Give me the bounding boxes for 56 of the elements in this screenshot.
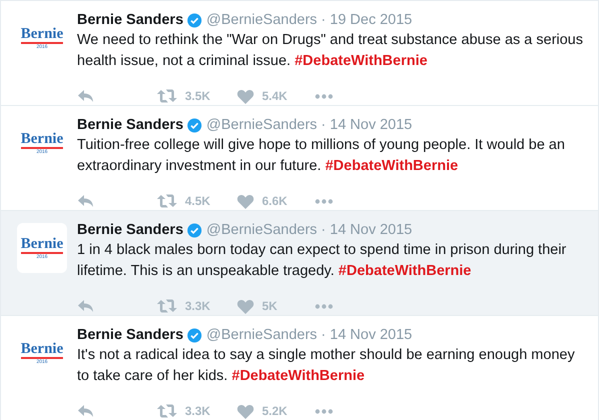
avatar-logo-word: Bernie — [20, 342, 64, 358]
author-handle[interactable]: @BernieSanders — [206, 10, 318, 30]
retweet-icon — [157, 404, 177, 418]
retweet-button[interactable]: 3.5K — [157, 87, 237, 105]
reply-icon — [77, 299, 94, 313]
tweet-text: It's not a radical idea to say a single mother should be earning enough money to take care of her kids. #DebateWithBernie — [77, 346, 576, 386]
heart-icon — [237, 194, 254, 208]
author-handle[interactable]: @BernieSanders — [206, 325, 318, 345]
author-name[interactable]: Bernie Sanders — [77, 220, 184, 240]
hashtag-link[interactable]: #DebateWithBernie — [294, 53, 428, 69]
like-button[interactable]: 5.2K — [237, 402, 315, 420]
heart-icon — [237, 404, 254, 418]
tweet-text: 1 in 4 black males born today can expect to spend time in prison during their lifetime. This is an unspeakable tragedy. #DebateWithBernie — [77, 241, 568, 281]
reply-icon — [77, 89, 94, 103]
like-button[interactable]: 5.4K — [237, 87, 315, 105]
more-button[interactable] — [315, 408, 333, 414]
hashtag-link[interactable]: #DebateWithBernie — [232, 368, 365, 384]
author-handle[interactable]: @BernieSanders — [206, 220, 318, 240]
tweet-date[interactable]: 19 Dec 2015 — [330, 10, 412, 30]
avatar-logo-word: Bernie — [20, 236, 64, 254]
reply-icon — [77, 194, 94, 208]
tweet-text: We need to rethink the "War on Drugs" and treat substance abuse as a serious health issue, not a criminal issue. #DebateWithBernie — [77, 31, 584, 71]
like-button[interactable]: 5K — [237, 297, 315, 315]
like-button[interactable]: 6.6K — [237, 192, 315, 210]
author-name[interactable]: Bernie Sanders — [77, 115, 184, 135]
separator-dot: · — [321, 11, 326, 30]
separator-dot: · — [321, 326, 326, 345]
hashtag-link[interactable]: #DebateWithBernie — [325, 158, 458, 174]
more-icon — [315, 304, 333, 308]
tweet-date[interactable]: 14 Nov 2015 — [330, 325, 412, 345]
more-icon — [315, 94, 333, 98]
avatar-logo-word: Bernie — [20, 26, 64, 44]
more-icon — [315, 198, 333, 204]
author-name[interactable]: Bernie Sanders — [77, 325, 184, 345]
more-button[interactable] — [315, 304, 333, 308]
avatar-logo-word: Bernie — [20, 132, 64, 148]
reply-icon — [77, 404, 94, 418]
author-handle[interactable]: @BernieSanders — [206, 115, 318, 135]
retweet-button[interactable]: 3.3K — [157, 402, 237, 420]
separator-dot: · — [321, 116, 326, 135]
hashtag-link[interactable]: #DebateWithBernie — [338, 263, 472, 279]
tweet-text: Tuition-free college will give hope to millions of young people. It would be an extraordinary investment in our future. #DebateWithBernie — [77, 136, 566, 176]
author-name[interactable]: Bernie Sanders — [77, 10, 184, 30]
retweet-icon — [157, 299, 177, 313]
tweet-date[interactable]: 14 Nov 2015 — [330, 220, 412, 240]
retweet-button[interactable]: 4.5K — [157, 192, 237, 210]
more-icon — [315, 408, 333, 414]
more-button[interactable] — [315, 94, 333, 98]
heart-icon — [237, 88, 254, 104]
separator-dot: · — [321, 221, 326, 240]
retweet-button[interactable]: 3.3K — [157, 297, 237, 315]
tweet-date[interactable]: 14 Nov 2015 — [330, 115, 412, 135]
retweet-icon — [157, 89, 177, 103]
more-button[interactable] — [315, 198, 333, 204]
retweet-icon — [157, 194, 177, 208]
heart-icon — [237, 298, 254, 314]
